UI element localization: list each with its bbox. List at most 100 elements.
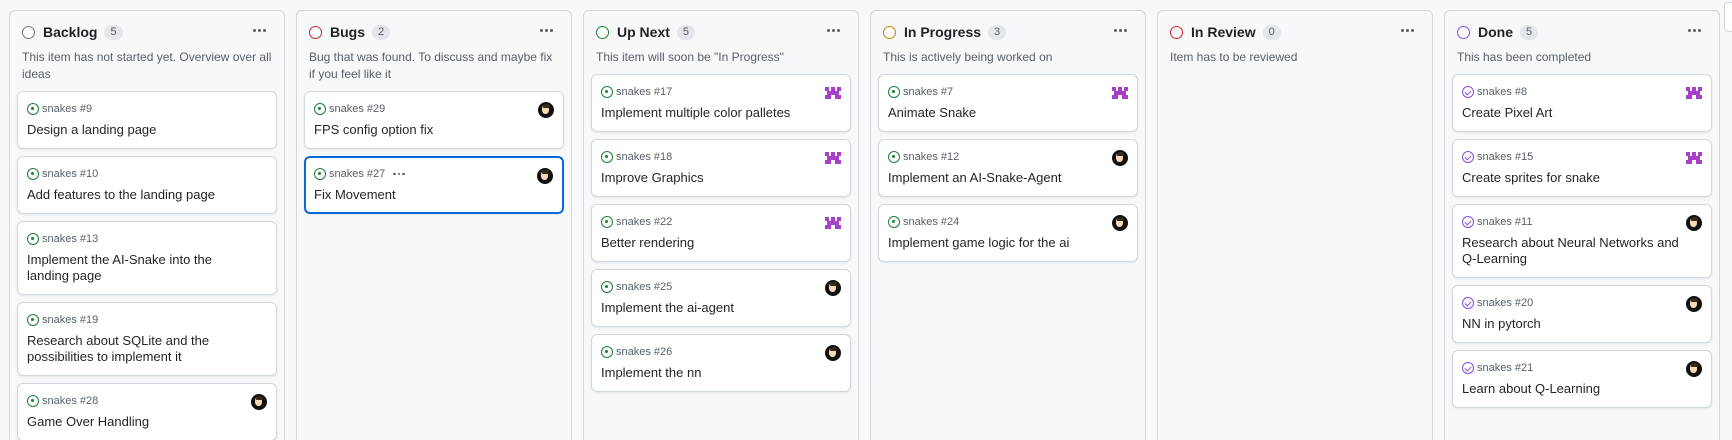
assignee-avatar[interactable] — [1686, 150, 1702, 166]
issue-reference[interactable]: snakes #13 — [42, 233, 98, 245]
open-issue-icon — [314, 168, 326, 180]
issue-card[interactable]: snakes #21 Learn about Q-Learning — [1452, 350, 1712, 408]
issue-title[interactable]: Improve Graphics — [601, 170, 840, 186]
issue-title[interactable]: Implement the AI-Snake into the landing … — [27, 252, 266, 284]
issue-reference[interactable]: snakes #27 — [329, 168, 385, 180]
issue-title[interactable]: Learn about Q-Learning — [1462, 381, 1701, 397]
issue-reference[interactable]: snakes #25 — [616, 281, 672, 293]
issue-title[interactable]: Animate Snake — [888, 105, 1127, 121]
assignee-avatar[interactable] — [825, 85, 841, 101]
issue-reference[interactable]: snakes #21 — [1477, 362, 1533, 374]
issue-title[interactable]: Research about SQLite and the possibilit… — [27, 333, 266, 365]
column-header: In Progress 3 — [883, 21, 1133, 43]
issue-title[interactable]: NN in pytorch — [1462, 316, 1701, 332]
issue-title[interactable]: Implement multiple color palletes — [601, 105, 840, 121]
item-count-badge: 0 — [1262, 24, 1281, 40]
issue-card[interactable]: snakes #19 Research about SQLite and the … — [17, 302, 277, 376]
issue-card[interactable]: snakes #15 Create sprites for snake — [1452, 139, 1712, 197]
issue-card[interactable]: snakes #18 Improve Graphics — [591, 139, 851, 197]
issue-reference[interactable]: snakes #11 — [1477, 216, 1532, 228]
add-column-button[interactable] — [1724, 2, 1732, 32]
card-menu-icon[interactable] — [393, 172, 405, 176]
column-menu-icon[interactable] — [535, 21, 557, 39]
column-header: Backlog 5 — [22, 21, 272, 43]
assignee-avatar[interactable] — [1112, 150, 1128, 166]
assignee-avatar[interactable] — [825, 280, 841, 296]
issue-reference[interactable]: snakes #7 — [903, 86, 953, 98]
issue-card[interactable]: snakes #7 Animate Snake — [878, 74, 1138, 132]
column-menu-icon[interactable] — [1683, 21, 1705, 39]
issue-reference[interactable]: snakes #18 — [616, 151, 672, 163]
assignee-avatar[interactable] — [1112, 85, 1128, 101]
issue-title[interactable]: Implement the nn — [601, 365, 840, 381]
column-menu-icon[interactable] — [1396, 21, 1418, 39]
issue-title[interactable]: Research about Neural Networks and Q-Lea… — [1462, 235, 1701, 267]
issue-title[interactable]: Better rendering — [601, 235, 840, 251]
issue-title[interactable]: Fix Movement — [314, 187, 553, 203]
issue-title[interactable]: Implement an AI-Snake-Agent — [888, 170, 1127, 186]
issue-title[interactable]: Create Pixel Art — [1462, 105, 1701, 121]
issue-reference[interactable]: snakes #20 — [1477, 297, 1533, 309]
issue-card[interactable]: snakes #20 NN in pytorch — [1452, 285, 1712, 343]
issue-card[interactable]: snakes #8 Create Pixel Art — [1452, 74, 1712, 132]
board-column: Up Next 5 This item will soon be "In Progr… — [583, 10, 859, 440]
issue-card[interactable]: snakes #13 Implement the AI-Snake into th… — [17, 221, 277, 295]
issue-reference[interactable]: snakes #8 — [1477, 86, 1527, 98]
issue-card[interactable]: snakes #22 Better rendering — [591, 204, 851, 262]
issue-title[interactable]: Create sprites for snake — [1462, 170, 1701, 186]
issue-card[interactable]: snakes #28 Game Over Handling — [17, 383, 277, 440]
assignee-avatar[interactable] — [1686, 85, 1702, 101]
assignee-avatar[interactable] — [1112, 215, 1128, 231]
card-meta: snakes #20 — [1462, 295, 1701, 311]
open-issue-icon — [601, 86, 613, 98]
column-menu-icon[interactable] — [822, 21, 844, 39]
card-meta: snakes #24 — [888, 214, 1127, 230]
issue-card[interactable]: snakes #11 Research about Neural Networks… — [1452, 204, 1712, 278]
column-menu-icon[interactable] — [248, 21, 270, 39]
issue-card[interactable]: snakes #26 Implement the nn — [591, 334, 851, 392]
issue-reference[interactable]: snakes #29 — [329, 103, 385, 115]
card-meta: snakes #22 — [601, 214, 840, 230]
issue-title[interactable]: Design a landing page — [27, 122, 266, 138]
issue-card[interactable]: snakes #12 Implement an AI-Snake-Agent — [878, 139, 1138, 197]
card-meta: snakes #26 — [601, 344, 840, 360]
issue-card[interactable]: snakes #24 Implement game logic for the a… — [878, 204, 1138, 262]
issue-card[interactable]: snakes #9 Design a landing page — [17, 91, 277, 149]
issue-card[interactable]: snakes #10 Add features to the landing pa… — [17, 156, 277, 214]
issue-title[interactable]: Add features to the landing page — [27, 187, 266, 203]
issue-reference[interactable]: snakes #12 — [903, 151, 959, 163]
assignee-avatar[interactable] — [1686, 215, 1702, 231]
card-list: snakes #29 FPS config option fix snakes #2… — [304, 91, 564, 214]
assignee-avatar[interactable] — [1686, 296, 1702, 312]
issue-reference[interactable]: snakes #15 — [1477, 151, 1533, 163]
closed-issue-icon — [1462, 362, 1474, 374]
column-menu-icon[interactable] — [1109, 21, 1131, 39]
issue-title[interactable]: Implement game logic for the ai — [888, 235, 1127, 251]
issue-reference[interactable]: snakes #28 — [42, 395, 98, 407]
issue-reference[interactable]: snakes #22 — [616, 216, 672, 228]
board-column: Bugs 2 Bug that was found. To discuss and … — [296, 10, 572, 440]
column-title: Backlog — [43, 24, 98, 40]
issue-reference[interactable]: snakes #26 — [616, 346, 672, 358]
issue-card[interactable]: snakes #25 Implement the ai-agent — [591, 269, 851, 327]
assignee-avatar[interactable] — [537, 168, 553, 184]
issue-card[interactable]: snakes #29 FPS config option fix — [304, 91, 564, 149]
issue-title[interactable]: Implement the ai-agent — [601, 300, 840, 316]
issue-reference[interactable]: snakes #24 — [903, 216, 959, 228]
assignee-avatar[interactable] — [825, 345, 841, 361]
card-meta: snakes #18 — [601, 149, 840, 165]
assignee-avatar[interactable] — [251, 394, 267, 410]
issue-title[interactable]: FPS config option fix — [314, 122, 553, 138]
assignee-avatar[interactable] — [1686, 361, 1702, 377]
issue-reference[interactable]: snakes #19 — [42, 314, 98, 326]
issue-reference[interactable]: snakes #9 — [42, 103, 92, 115]
issue-title[interactable]: Game Over Handling — [27, 414, 266, 430]
issue-reference[interactable]: snakes #17 — [616, 86, 672, 98]
issue-card[interactable]: snakes #17 Implement multiple color palle… — [591, 74, 851, 132]
assignee-avatar[interactable] — [538, 102, 554, 118]
issue-card[interactable]: snakes #27 Fix Movement — [304, 156, 564, 214]
board-column: In Progress 3 This is actively being worke… — [870, 10, 1146, 440]
assignee-avatar[interactable] — [825, 150, 841, 166]
issue-reference[interactable]: snakes #10 — [42, 168, 98, 180]
assignee-avatar[interactable] — [825, 215, 841, 231]
